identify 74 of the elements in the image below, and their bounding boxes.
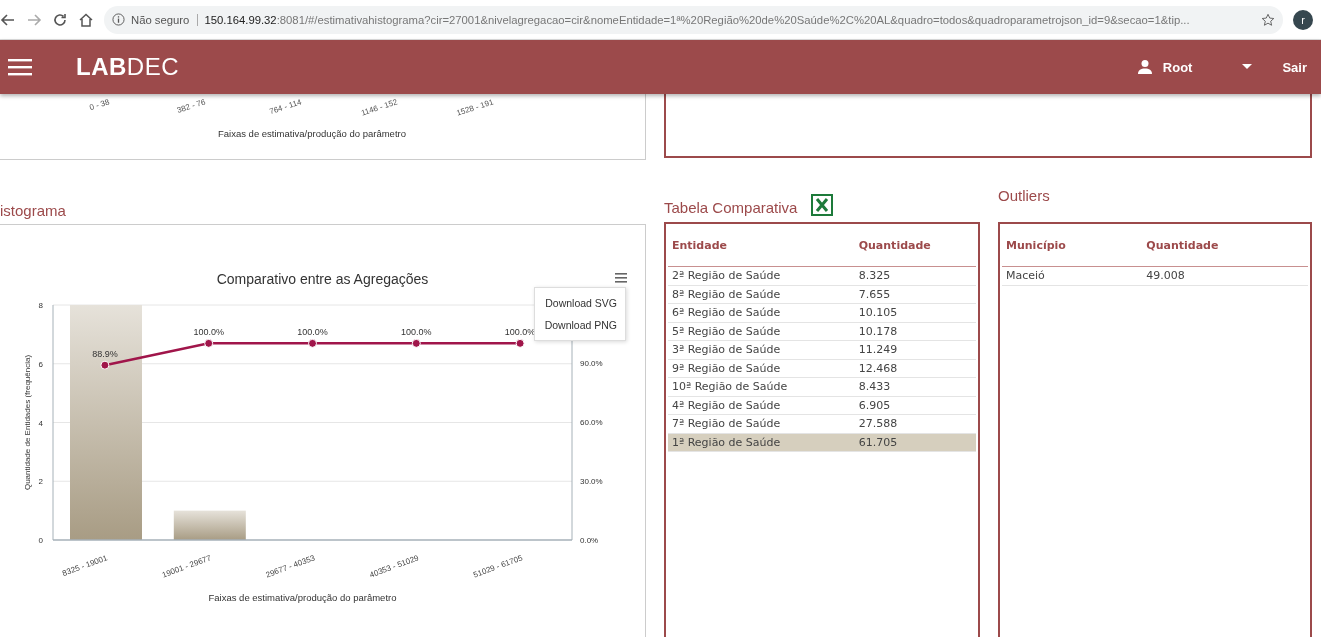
caret-icon[interactable]	[1242, 64, 1253, 70]
x-tick-label: 1528 - 191	[455, 97, 495, 118]
x-tick-label: 764 - 114	[268, 97, 303, 117]
section-title: Outliers	[998, 187, 1050, 204]
table-cell: 4ª Região de Saúde	[668, 396, 855, 415]
section-title: istograma	[0, 202, 67, 220]
y-tick-label: 6	[38, 359, 43, 369]
table-cell: 2ª Região de Saúde	[668, 266, 855, 285]
table-cell: Maceió	[1002, 266, 1143, 285]
x-tick-label: 51029 - 61705	[472, 553, 524, 580]
table-cell: 9ª Região de Saúde	[668, 359, 855, 378]
user-icon	[1136, 59, 1153, 75]
table-cell: 6ª Região de Saúde	[668, 303, 855, 322]
data-label: 100.0%	[504, 327, 536, 338]
info-icon[interactable]	[112, 13, 125, 26]
table-cell: 12.468	[854, 359, 976, 378]
y-tick-label: 8	[38, 301, 43, 310]
x-tick-label: 0 - 38	[88, 97, 111, 113]
table-cell: 10.178	[854, 322, 976, 341]
y-tick-label: 30.0%	[580, 477, 603, 486]
table-cell: 49.008	[1142, 266, 1308, 285]
section-title: Tabela Comparativa	[664, 199, 798, 216]
menu-icon[interactable]	[615, 273, 627, 283]
profile-avatar[interactable]: r	[1293, 9, 1313, 30]
x-tick-label: 382 - 76	[175, 97, 207, 115]
table-cell: 7.655	[854, 285, 976, 304]
x-tick-label: 19001 - 29677	[160, 553, 213, 580]
column-header: Entidade	[668, 224, 855, 267]
data-label: 100.0%	[193, 327, 224, 338]
x-axis-label: Faixas de estimativa/produção do parâmetro	[218, 128, 406, 139]
table-cell: 27.588	[854, 414, 976, 433]
reload-icon[interactable]	[52, 11, 68, 28]
x-axis-label: Faixas de estimativa/produção do parâmetro	[208, 592, 397, 603]
url-text: 150.164.99.32:8081/#/estimativahistograma?cir=27001&nivelagregacao=cir&nomeEntidade=1ª%20Região%20de%20Saúde%2C%20AL&quadro=todos&quadroparametrojson_id=9&secao=1&tip...	[204, 13, 1190, 26]
table-cell: 7ª Região de Saúde	[668, 414, 855, 433]
y-tick-label: 0.0%	[580, 536, 599, 545]
table-cell: 8ª Região de Saúde	[668, 285, 855, 304]
logout-link[interactable]: Sair	[1282, 59, 1307, 75]
table-cell: 10.105	[854, 303, 976, 322]
table-cell: 10ª Região de Saúde	[668, 377, 855, 396]
table-cell: 11.249	[854, 340, 976, 359]
y-tick-label: 0	[38, 536, 43, 545]
security-label: Não seguro	[131, 13, 199, 26]
y-tick-label: 90.0%	[580, 359, 603, 368]
app-logo: LABDEC	[76, 53, 179, 81]
menu-item[interactable]: Download SVG	[535, 292, 625, 314]
x-tick-label: 1146 - 152	[360, 97, 399, 118]
x-tick-label: 29677 - 40353	[264, 553, 317, 580]
y-tick-label: 4	[38, 418, 43, 428]
y-tick-label: 2	[38, 477, 43, 487]
back-icon[interactable]	[0, 11, 16, 28]
y-axis-label: Quantidade de Entidades (frequência)	[23, 354, 32, 491]
menu-item[interactable]: Download PNG	[535, 314, 625, 336]
data-label: 100.0%	[297, 327, 328, 338]
table-cell: 8.433	[854, 377, 976, 396]
column-header: Município	[1002, 224, 1143, 267]
column-header: Quantidade	[854, 224, 976, 267]
column-header: Quantidade	[1142, 224, 1308, 267]
table-cell: 8.325	[854, 266, 976, 285]
spreadsheet-export-icon[interactable]	[811, 194, 834, 216]
table-cell: 3ª Região de Saúde	[668, 340, 855, 359]
chart-title: Comparativo entre as Agregações	[216, 271, 429, 287]
data-label: 88.9%	[92, 349, 118, 360]
menu-icon[interactable]	[8, 58, 32, 76]
data-label: 100.0%	[401, 327, 432, 338]
address-bar[interactable]: Não seguro 150.164.99.32:8081/#/estimativahistograma?cir=27001&nivelagregacao=cir&nomeEntidade=1ª%20Região%20de%20Saúde%2C%20AL&quadro=todos&quadroparametrojson_id=9&secao=1&tip...	[104, 5, 1283, 34]
user-name[interactable]: Root	[1162, 59, 1193, 75]
y-tick-label: 60.0%	[580, 418, 603, 427]
x-tick-label: 40353 - 51029	[368, 553, 420, 580]
table-cell: 6.905	[854, 396, 976, 415]
home-icon[interactable]	[78, 11, 94, 28]
table-cell: 5ª Região de Saúde	[668, 322, 855, 341]
star-icon[interactable]	[1261, 12, 1275, 27]
x-tick-label: 8325 - 19001	[61, 553, 109, 578]
